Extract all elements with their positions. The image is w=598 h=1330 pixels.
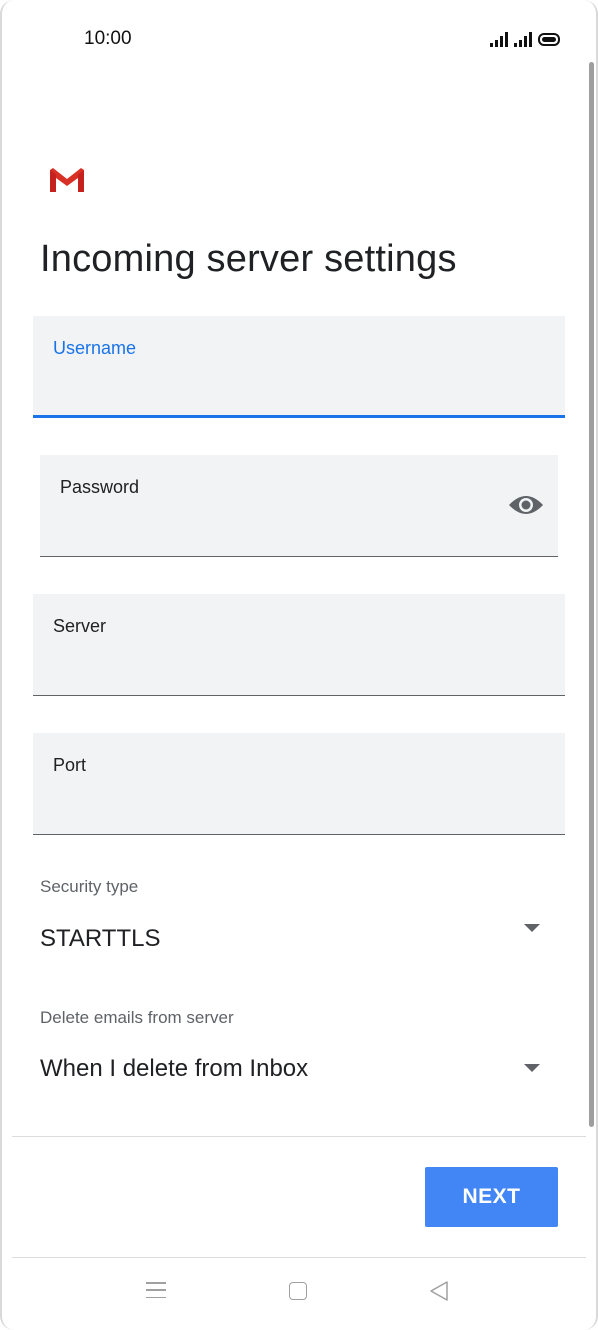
footer-divider: [12, 1136, 586, 1137]
status-bar: 10:00: [84, 26, 560, 52]
password-label: Password: [60, 477, 140, 497]
page-title: Incoming server settings: [40, 238, 457, 280]
menu-icon[interactable]: [146, 1282, 166, 1298]
password-field[interactable]: Password: [40, 455, 558, 557]
next-button[interactable]: NEXT: [425, 1167, 558, 1227]
security-type-chevron-down-icon[interactable]: [524, 924, 540, 932]
gmail-logo-icon: [50, 168, 84, 192]
status-time: 10:00: [84, 28, 132, 49]
username-field[interactable]: Username: [33, 316, 565, 418]
delete-emails-select[interactable]: When I delete from Inbox: [40, 1055, 308, 1083]
port-label: Port: [53, 755, 87, 775]
scrollbar[interactable]: [589, 62, 594, 1127]
status-icons: [490, 31, 560, 47]
screen: 10:00 Incoming server settings Username …: [0, 0, 598, 1330]
username-label: Username: [53, 338, 137, 358]
security-type-label: Security type: [40, 877, 139, 896]
port-field[interactable]: Port: [33, 733, 565, 835]
server-label: Server: [53, 616, 107, 636]
delete-emails-chevron-down-icon[interactable]: [524, 1064, 540, 1072]
signal-icon-2: [514, 31, 532, 47]
navigation-bar: [0, 1258, 598, 1330]
security-type-select[interactable]: STARTTLS: [40, 925, 160, 953]
home-icon[interactable]: [289, 1282, 307, 1300]
server-field[interactable]: Server: [33, 594, 565, 696]
eye-icon[interactable]: [508, 491, 544, 519]
back-icon[interactable]: [428, 1280, 450, 1302]
battery-icon: [538, 32, 560, 46]
frame-edge-left: [0, 0, 14, 1330]
delete-emails-label: Delete emails from server: [40, 1008, 234, 1027]
signal-icon: [490, 31, 508, 47]
